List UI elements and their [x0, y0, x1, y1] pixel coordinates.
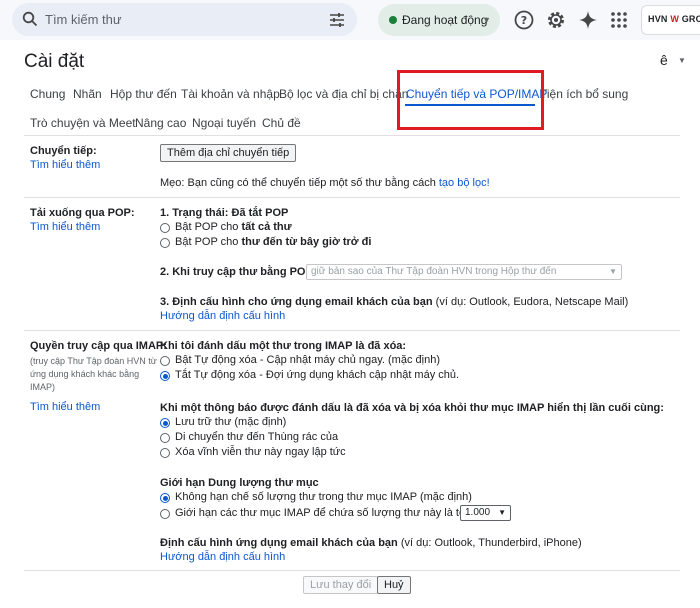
- tab-inbox[interactable]: Hộp thư đến: [110, 87, 177, 101]
- cancel-button[interactable]: Huỷ: [377, 576, 411, 594]
- tab-accounts-import[interactable]: Tài khoản và nhập: [181, 87, 280, 101]
- search-icon: [22, 11, 38, 27]
- pop-enable-new-radio[interactable]: [160, 238, 170, 248]
- imap-autoexpunge-off-label: Tắt Tự động xóa - Đợi ứng dụng khách cập…: [175, 369, 460, 381]
- gemini-spark-icon[interactable]: [577, 9, 599, 31]
- pop-enable-all-radio[interactable]: [160, 223, 170, 233]
- imap-archive-radio[interactable]: [160, 418, 170, 428]
- imap-limit-label: Giới hạn các thư mục IMAP để chứa số lượ…: [175, 507, 483, 519]
- tab-chat-meet[interactable]: Trò chuyện và Meet: [30, 116, 136, 130]
- imap-delete-forever-radio[interactable]: [160, 448, 170, 458]
- create-filter-link[interactable]: tạo bộ lọc!: [439, 177, 490, 189]
- imap-delete-forever-label: Xóa vĩnh viễn thư này ngay lập tức: [175, 446, 346, 458]
- search-bar[interactable]: Tìm kiếm thư: [12, 3, 357, 36]
- tab-offline[interactable]: Ngoại tuyến: [192, 116, 256, 130]
- pop-config-instructions-link[interactable]: Hướng dẫn định cấu hình: [160, 310, 285, 322]
- imap-autoexpunge-on-label: Bật Tự động xóa - Cập nhật máy chủ ngay.…: [175, 354, 440, 366]
- imap-limit-radio[interactable]: [160, 509, 170, 519]
- imap-learn-more-link[interactable]: Tìm hiểu thêm: [30, 401, 100, 413]
- imap-autoexpunge-off-radio[interactable]: [160, 371, 170, 381]
- top-bar: Tìm kiếm thư Đang hoạt động ▼ ? HVN W GR…: [0, 0, 700, 40]
- apps-grid-icon[interactable]: [608, 9, 630, 31]
- tab-addons[interactable]: Tiện ích bổ sung: [540, 87, 628, 101]
- pop-access-select[interactable]: giữ bản sao của Thư Tập đoàn HVN trong H…: [306, 264, 622, 280]
- pop-access-label: 2. Khi truy cập thư bằng POP: [160, 266, 313, 278]
- status-selector[interactable]: Đang hoạt động ▼: [378, 4, 500, 36]
- brand-logo[interactable]: HVN W GROUP: [641, 5, 700, 35]
- section-divider: [24, 570, 680, 571]
- forwarding-learn-more-link[interactable]: Tìm hiểu thêm: [30, 159, 100, 171]
- chevron-down-icon: ▼: [482, 15, 491, 25]
- imap-label: Quyền truy cập qua IMAP:: [30, 340, 167, 352]
- pop-enable-new-label: Bật POP cho thư đến từ bây giờ trở đi: [175, 236, 372, 248]
- active-status-dot: [389, 16, 397, 24]
- forwarding-label: Chuyển tiếp:: [30, 145, 97, 157]
- svg-text:?: ?: [521, 14, 527, 27]
- section-divider: [24, 197, 680, 198]
- chevron-down-icon[interactable]: ▼: [678, 56, 686, 65]
- imap-delete-question: Khi tôi đánh dấu một thư trong IMAP là đ…: [160, 340, 407, 352]
- tab-labels[interactable]: Nhãn: [73, 87, 102, 101]
- imap-no-limit-label: Không hạn chế số lượng thư trong thư mục…: [175, 491, 472, 503]
- pop-enable-all-label: Bật POP cho tất cả thư: [175, 221, 292, 233]
- imap-sublabel: (truy cập Thư Tập đoàn HVN từ ứng dụng k…: [30, 356, 157, 392]
- pop-learn-more-link[interactable]: Tìm hiểu thêm: [30, 221, 100, 233]
- pop-config-text: 3. Định cấu hình cho ứng dụng email khác…: [160, 296, 629, 308]
- brand-logo-text: HVN W GROUP: [648, 14, 700, 24]
- pop-status: 1. Trạng thái: Đã tắt POP: [160, 207, 289, 219]
- help-icon[interactable]: ?: [513, 9, 535, 31]
- highlight-box: [397, 70, 544, 130]
- add-forwarding-address-button[interactable]: Thêm địa chỉ chuyển tiếp: [160, 144, 297, 162]
- input-tools-icon[interactable]: ê: [660, 52, 668, 68]
- imap-expunge-question: Khi một thông báo được đánh dấu là đã xó…: [160, 402, 664, 414]
- tabs-divider: [24, 135, 680, 136]
- chevron-down-icon: ▼: [609, 267, 617, 276]
- chevron-down-icon: ▼: [498, 508, 506, 517]
- page-title: Cài đặt: [24, 51, 85, 72]
- gear-icon[interactable]: [545, 9, 567, 31]
- imap-limit-select[interactable]: 1.000 ▼: [460, 505, 511, 521]
- imap-config-text: Định cấu hình ứng dụng email khách của b…: [160, 537, 582, 549]
- tab-themes[interactable]: Chủ đề: [262, 116, 301, 130]
- search-input[interactable]: Tìm kiếm thư: [45, 12, 122, 27]
- tab-filters-blocked[interactable]: Bộ lọc và địa chỉ bị chặn: [279, 87, 408, 101]
- imap-folder-size-heading: Giới hạn Dung lượng thư mục: [160, 477, 319, 489]
- pop-label: Tải xuống qua POP:: [30, 207, 135, 219]
- search-options-icon[interactable]: [329, 12, 345, 28]
- status-label: Đang hoạt động: [402, 13, 488, 27]
- imap-config-instructions-link[interactable]: Hướng dẫn định cấu hình: [160, 551, 285, 563]
- imap-autoexpunge-on-radio[interactable]: [160, 356, 170, 366]
- save-changes-button[interactable]: Lưu thay đổi: [303, 576, 379, 594]
- imap-trash-label: Di chuyển thư đến Thùng rác của: [175, 431, 339, 443]
- section-divider: [24, 330, 680, 331]
- imap-archive-label: Lưu trữ thư (mặc định): [175, 416, 287, 428]
- imap-trash-radio[interactable]: [160, 433, 170, 443]
- forwarding-tip: Mẹo: Bạn cũng có thể chuyển tiếp một số …: [160, 177, 490, 189]
- imap-no-limit-radio[interactable]: [160, 493, 170, 503]
- tab-advanced[interactable]: Nâng cao: [135, 116, 186, 130]
- tab-general[interactable]: Chung: [30, 87, 65, 101]
